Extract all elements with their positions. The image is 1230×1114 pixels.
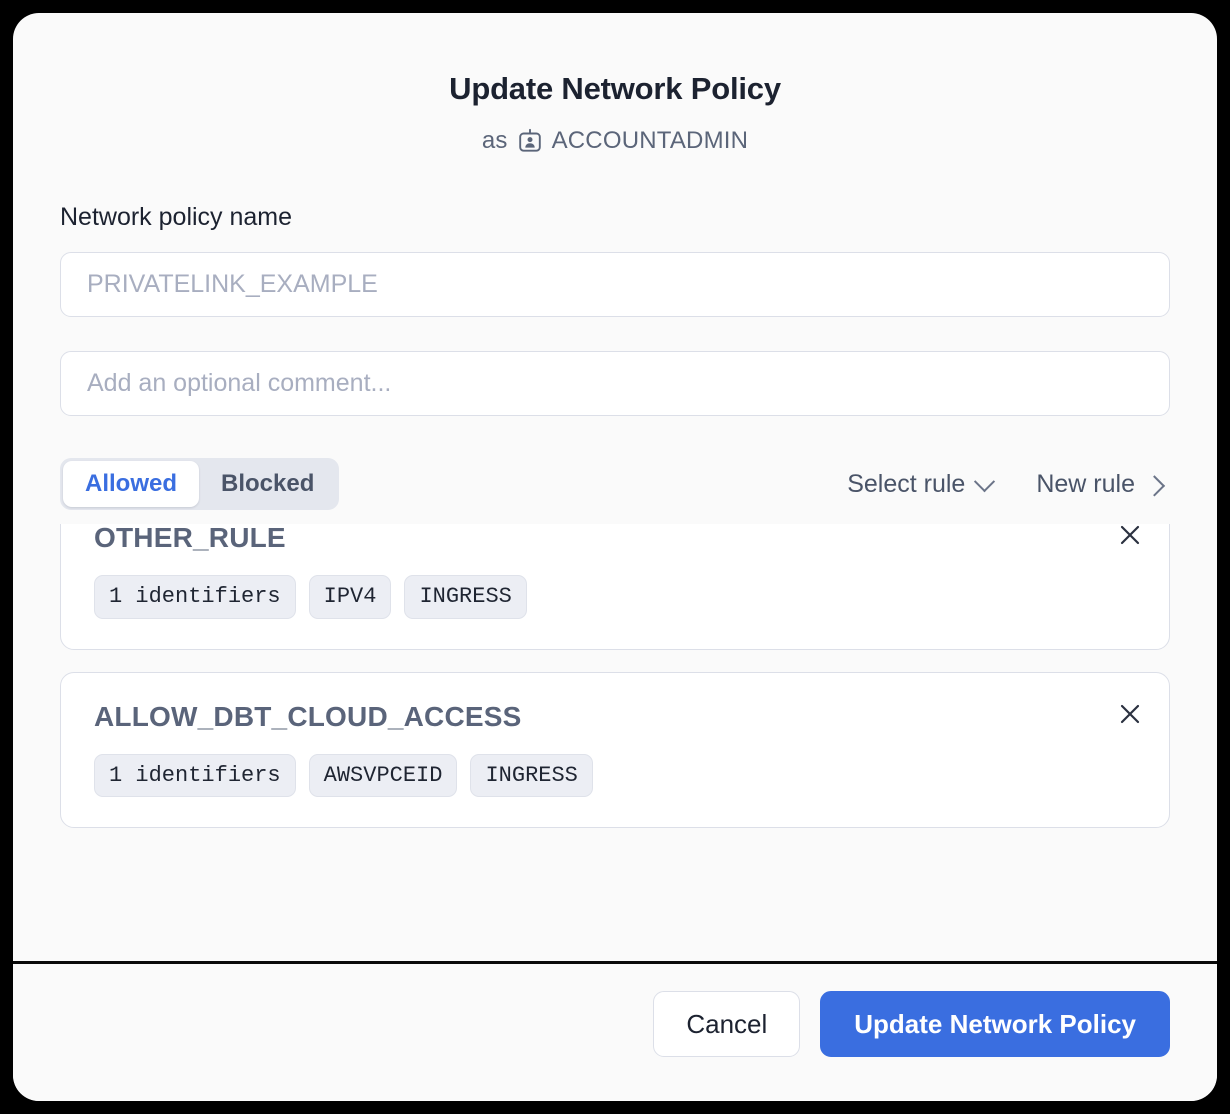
rule-chip-identifiers: 1 identifiers: [94, 575, 296, 619]
rule-chip-type: IPV4: [308, 575, 392, 619]
page-title: Update Network Policy: [449, 71, 781, 106]
rule-name: OTHER_RULE: [94, 524, 286, 554]
remove-rule-button[interactable]: [1113, 697, 1147, 731]
select-rule-button[interactable]: Select rule: [845, 468, 996, 501]
allow-block-segmented-control: Allowed Blocked: [60, 458, 340, 511]
segment-blocked[interactable]: Blocked: [199, 461, 336, 507]
rule-actions: Select rule New rule: [845, 468, 1170, 501]
rule-chip-identifiers: 1 identifiers: [94, 753, 296, 798]
comment-input[interactable]: [60, 351, 1170, 417]
dialog-header: Update Network Policy as ACCOUNTADMIN: [13, 13, 1217, 155]
rules-list-scroll-area[interactable]: OTHER_RULE 1 identifiers IPV4 INGRESS AL…: [60, 524, 1170, 862]
segment-allowed[interactable]: Allowed: [63, 461, 200, 508]
cancel-button[interactable]: Cancel: [653, 991, 801, 1057]
chevron-down-icon: [974, 470, 996, 492]
rule-chip-group: 1 identifiers IPV4 INGRESS: [94, 575, 1139, 619]
rule-card[interactable]: ALLOW_DBT_CLOUD_ACCESS 1 identifiers AWS…: [60, 671, 1170, 829]
new-rule-button[interactable]: New rule: [1034, 468, 1166, 501]
dialog-footer: Cancel Update Network Policy: [13, 961, 1217, 1101]
remove-rule-button[interactable]: [1113, 524, 1147, 552]
id-badge-icon: [517, 128, 543, 154]
role-subtitle: as ACCOUNTADMIN: [13, 127, 1217, 155]
rules-list: OTHER_RULE 1 identifiers IPV4 INGRESS AL…: [60, 524, 1170, 829]
new-rule-label: New rule: [1036, 469, 1135, 498]
rule-name: ALLOW_DBT_CLOUD_ACCESS: [94, 700, 522, 732]
rule-chip-group: 1 identifiers AWSVPCEID INGRESS: [94, 753, 1139, 798]
update-network-policy-button[interactable]: Update Network Policy: [820, 991, 1170, 1057]
rule-card[interactable]: OTHER_RULE 1 identifiers IPV4 INGRESS: [60, 524, 1170, 650]
select-rule-label: Select rule: [847, 469, 966, 498]
chevron-right-icon: [1143, 474, 1166, 497]
network-policy-name-label: Network policy name: [60, 203, 293, 232]
close-icon: [1120, 704, 1140, 723]
update-network-policy-dialog: Update Network Policy as ACCOUNTADMIN Ne…: [13, 13, 1217, 1101]
rule-chip-type: AWSVPCEID: [308, 753, 458, 798]
dialog-body: Network policy name Allowed Blocked Sele…: [13, 155, 1217, 961]
close-icon: [1120, 525, 1140, 545]
rule-chip-mode: INGRESS: [404, 575, 527, 619]
rules-toolbar: Allowed Blocked Select rule New rule: [60, 458, 1170, 511]
role-prefix-label: as: [481, 127, 508, 155]
rule-chip-mode: INGRESS: [470, 753, 593, 798]
role-name-label: ACCOUNTADMIN: [551, 127, 749, 155]
network-policy-name-input[interactable]: [60, 252, 1170, 318]
